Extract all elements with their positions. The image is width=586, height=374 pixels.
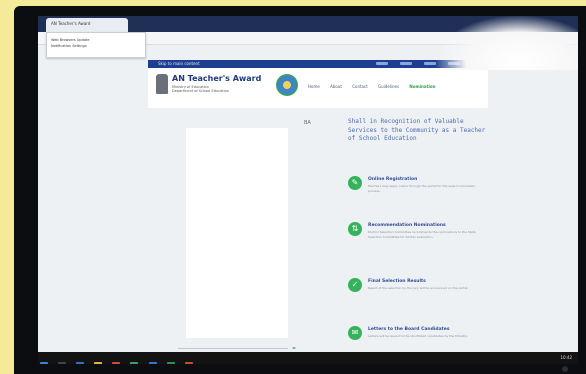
browser-popup[interactable]: Web Browsers Update Notification Setting…	[46, 32, 146, 58]
slider-arrow-icon[interactable]: ◂▸	[292, 345, 296, 350]
award-logo-icon	[276, 74, 298, 96]
site-title[interactable]: AN Teacher's Award	[172, 74, 261, 83]
skip-link[interactable]: Skip to main content	[158, 61, 200, 66]
taskbar-icons	[40, 354, 198, 364]
ba-tag: BA	[304, 120, 311, 126]
screen-glare	[436, 16, 578, 70]
nav-about[interactable]: About	[330, 84, 342, 89]
item-desc: Result of the selection by the Jury will…	[368, 286, 469, 290]
excel-icon[interactable]	[166, 362, 175, 364]
slider-track[interactable]	[178, 348, 288, 349]
subtitle-line: Department of School Education	[172, 89, 229, 93]
item-desc: Letters will be issued to the shortliste…	[368, 334, 468, 338]
browser-tab[interactable]: AN Teacher's Award	[46, 18, 128, 32]
item-title: Recommendation Nominations	[368, 223, 446, 228]
nav-nomination[interactable]: Nomination	[409, 84, 435, 89]
item-desc: District Selection Committee recommends …	[368, 230, 476, 239]
site-subtitle: Ministry of Education Department of Scho…	[172, 85, 252, 93]
strip-link[interactable]	[424, 62, 436, 65]
monitor-screen: AN Teacher's Award Web Browsers Update N…	[38, 16, 578, 364]
banner-area	[186, 128, 288, 338]
store-icon[interactable]	[112, 362, 121, 364]
nav-contact[interactable]: Contact	[352, 84, 368, 89]
chrome-icon[interactable]	[130, 362, 139, 364]
nav-guidelines[interactable]: Guidelines	[378, 84, 399, 89]
item-desc: Teachers may apply online through the po…	[368, 184, 476, 193]
os-taskbar: 10:42	[38, 352, 578, 364]
start-icon[interactable]	[40, 362, 48, 364]
left-panel: BA ◂▸	[168, 116, 338, 356]
registration-icon: ✎	[348, 176, 362, 190]
popup-line: Notification Settings	[51, 44, 87, 48]
word-icon[interactable]	[148, 362, 157, 364]
recommendation-icon: ⇅	[348, 222, 362, 236]
search-icon[interactable]	[58, 362, 67, 364]
intro-text: Shall in Recognition of Valuable Service…	[348, 118, 486, 142]
national-emblem-icon	[156, 74, 168, 94]
letter-icon: ✉	[348, 326, 362, 340]
site-header: AN Teacher's Award Ministry of Education…	[148, 68, 488, 108]
monitor-bezel: AN Teacher's Award Web Browsers Update N…	[14, 6, 586, 374]
folder-icon[interactable]	[94, 362, 103, 364]
edge-icon[interactable]	[76, 362, 85, 364]
item-title: Final Selection Results	[368, 279, 426, 284]
strip-link[interactable]	[400, 62, 412, 65]
monitor-power-button	[562, 366, 568, 372]
nav-home[interactable]: Home	[308, 84, 320, 89]
item-title: Letters to the Board Candidates	[368, 327, 450, 332]
item-title: Online Registration	[368, 177, 418, 182]
strip-link[interactable]	[376, 62, 388, 65]
process-column: Shall in Recognition of Valuable Service…	[348, 118, 488, 364]
selection-icon: ✓	[348, 278, 362, 292]
ppt-icon[interactable]	[184, 362, 193, 364]
site-nav: Home About Contact Guidelines Nomination	[308, 84, 444, 89]
system-tray-clock[interactable]: 10:42	[560, 355, 572, 360]
